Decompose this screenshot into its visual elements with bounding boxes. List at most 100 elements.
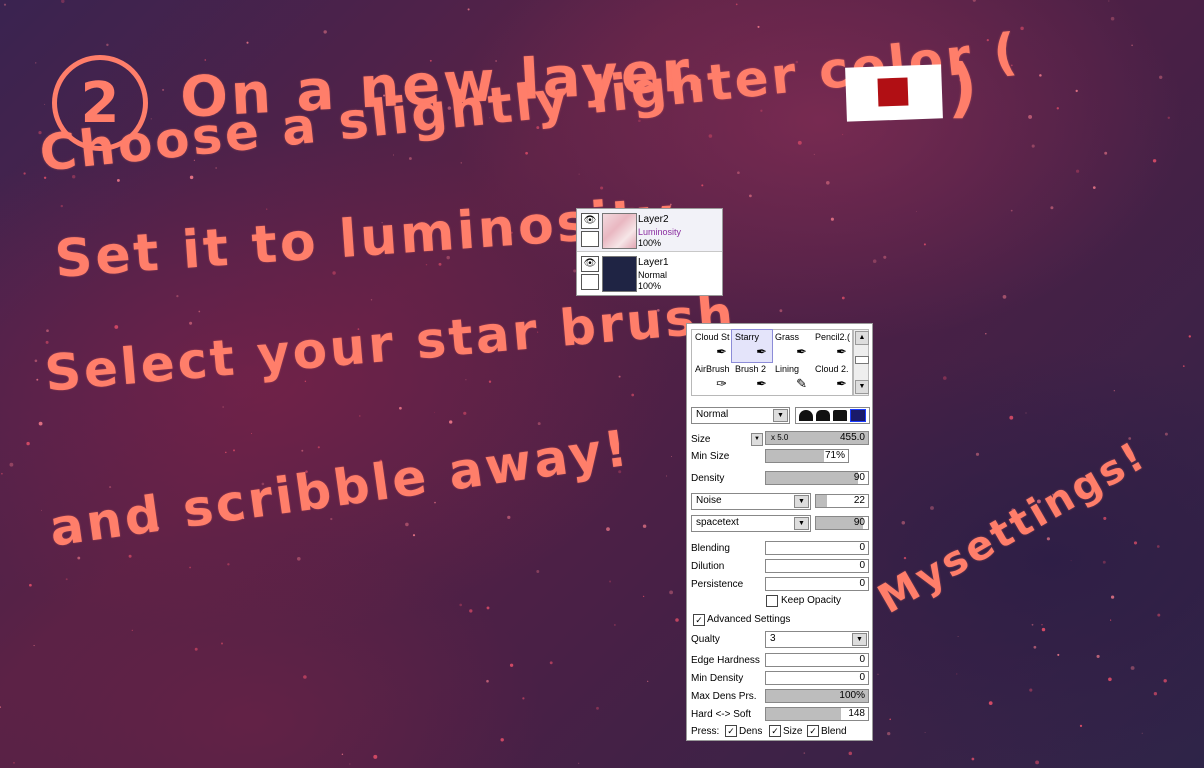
star-dot [1057, 653, 1060, 656]
star-dot [317, 446, 320, 449]
star-dot [1029, 688, 1033, 692]
min-density-slider[interactable]: 0 [765, 671, 869, 685]
star-dot [600, 186, 604, 190]
texture1-select[interactable]: Noise ▼ [691, 493, 811, 510]
star-dot [1009, 415, 1014, 420]
hard-soft-slider[interactable]: 148 [765, 707, 869, 721]
tool-pencil2[interactable]: Pencil2.(✒ [812, 330, 852, 362]
press-dens-label: Dens [739, 726, 763, 737]
instruction-line-2-close: ) [948, 52, 981, 126]
layer-panel: 👁 Layer2 Luminosity 100% 👁 Layer1 Normal… [576, 208, 723, 296]
star-dot [614, 624, 616, 626]
tool-label: Cloud 2. [815, 364, 849, 374]
brush-tool-grid: Cloud St ✒ Starry ✒ Grass ✒ Pencil2.(✒ AirB… [691, 329, 853, 396]
swatch-color-chip [877, 77, 909, 107]
layer-name: Layer1 [638, 257, 669, 268]
star-dot [204, 59, 207, 61]
star-dot [399, 406, 402, 410]
tool-scrollbar[interactable]: ▲ ▼ [853, 329, 869, 396]
min-size-value: 71% [824, 450, 845, 461]
max-dens-prs-slider[interactable]: 100% [765, 689, 869, 703]
size-multiplier: x 5.0 [771, 433, 789, 442]
star-dot [189, 321, 193, 325]
star-dot [666, 475, 668, 477]
tool-label: Grass [775, 332, 800, 342]
dilution-slider[interactable]: 0 [765, 559, 869, 573]
star-dot [303, 675, 307, 679]
star-dot [1031, 144, 1035, 148]
star-dot [735, 3, 738, 6]
press-size-checkbox[interactable]: ✓ [769, 725, 781, 737]
tool-lining[interactable]: Lining ✎ [772, 362, 812, 394]
brush-shape-hard[interactable] [833, 410, 847, 421]
star-dot [109, 486, 112, 489]
quality-select[interactable]: 3 ▼ [765, 631, 869, 648]
star-dot [36, 378, 39, 381]
size-slider[interactable]: x 5.0 455.0 [765, 431, 869, 445]
texture1-strength-slider[interactable]: 22 [815, 494, 869, 508]
press-dens-checkbox[interactable]: ✓ [725, 725, 737, 737]
tool-brush-2[interactable]: Brush 2 ✒ [732, 362, 772, 394]
star-dot [114, 325, 119, 329]
layer-row[interactable]: 👁 Layer2 Luminosity 100% [577, 209, 722, 252]
layer-lock-checkbox[interactable] [581, 274, 599, 290]
star-dot [488, 380, 492, 383]
star-dot [525, 151, 528, 155]
star-dot [618, 375, 621, 378]
eye-icon[interactable]: 👁 [581, 213, 599, 229]
tool-starry[interactable]: Starry ✒ [731, 329, 773, 363]
star-dot [1110, 16, 1115, 21]
density-slider[interactable]: 90 [765, 471, 869, 485]
star-dot [469, 609, 473, 613]
texture2-strength-slider[interactable]: 90 [815, 516, 869, 530]
brush-settings-panel: Cloud St ✒ Starry ✒ Grass ✒ Pencil2.(✒ AirB… [686, 323, 873, 741]
star-dot [1110, 595, 1115, 599]
tool-cloud-2[interactable]: Cloud 2. ✒ [812, 362, 852, 394]
chevron-down-icon: ▼ [794, 495, 809, 508]
tool-airbrush[interactable]: AirBrush ✑ [692, 362, 732, 394]
brush-shape-medium[interactable] [816, 410, 830, 421]
eye-icon[interactable]: 👁 [581, 256, 599, 272]
press-blend-checkbox[interactable]: ✓ [807, 725, 819, 737]
star-dot [1002, 295, 1007, 299]
scroll-up-icon[interactable]: ▲ [855, 331, 869, 345]
tool-cloud-st[interactable]: Cloud St ✒ [692, 330, 732, 362]
min-size-slider[interactable]: 71% [765, 449, 849, 463]
star-dot [1108, 677, 1112, 682]
brush-shape-square[interactable] [850, 409, 866, 422]
persistence-value: 0 [859, 578, 865, 589]
star-dot [1188, 335, 1191, 338]
star-dot [128, 554, 132, 558]
layer-lock-checkbox[interactable] [581, 231, 599, 247]
slider-fill [766, 708, 842, 720]
scroll-thumb[interactable] [855, 356, 869, 364]
layer-row[interactable]: 👁 Layer1 Normal 100% [577, 252, 722, 294]
blending-slider[interactable]: 0 [765, 541, 869, 555]
advanced-settings-label: Advanced Settings [707, 614, 791, 625]
persistence-slider[interactable]: 0 [765, 577, 869, 591]
slider-fill [816, 495, 828, 507]
advanced-settings-checkbox[interactable]: ✓ [693, 614, 705, 626]
tool-label: Starry [735, 332, 760, 342]
slider-fill [766, 450, 825, 462]
press-label: Press: [691, 726, 720, 737]
scroll-down-icon[interactable]: ▼ [855, 380, 869, 394]
star-dot [45, 340, 49, 344]
star-dot [349, 763, 351, 765]
edge-hardness-slider[interactable]: 0 [765, 653, 869, 667]
layer-opacity: 100% [638, 281, 662, 291]
texture2-select[interactable]: spacetext ▼ [691, 515, 811, 532]
quality-value: 3 [770, 633, 776, 644]
size-multiplier-dropdown[interactable]: ▼ [751, 433, 763, 446]
brush-shape-soft[interactable] [799, 410, 813, 421]
star-dot [26, 441, 30, 446]
tool-grass[interactable]: Grass ✒ [772, 330, 812, 362]
star-dot [23, 172, 26, 175]
star-dot [425, 263, 428, 266]
star-dot [189, 566, 192, 569]
brush-shape-selector [795, 407, 870, 424]
blend-mode-select[interactable]: Normal ▼ [691, 407, 790, 424]
keep-opacity-checkbox[interactable] [766, 595, 778, 607]
star-dot [60, 204, 63, 208]
star-dot [34, 359, 38, 363]
